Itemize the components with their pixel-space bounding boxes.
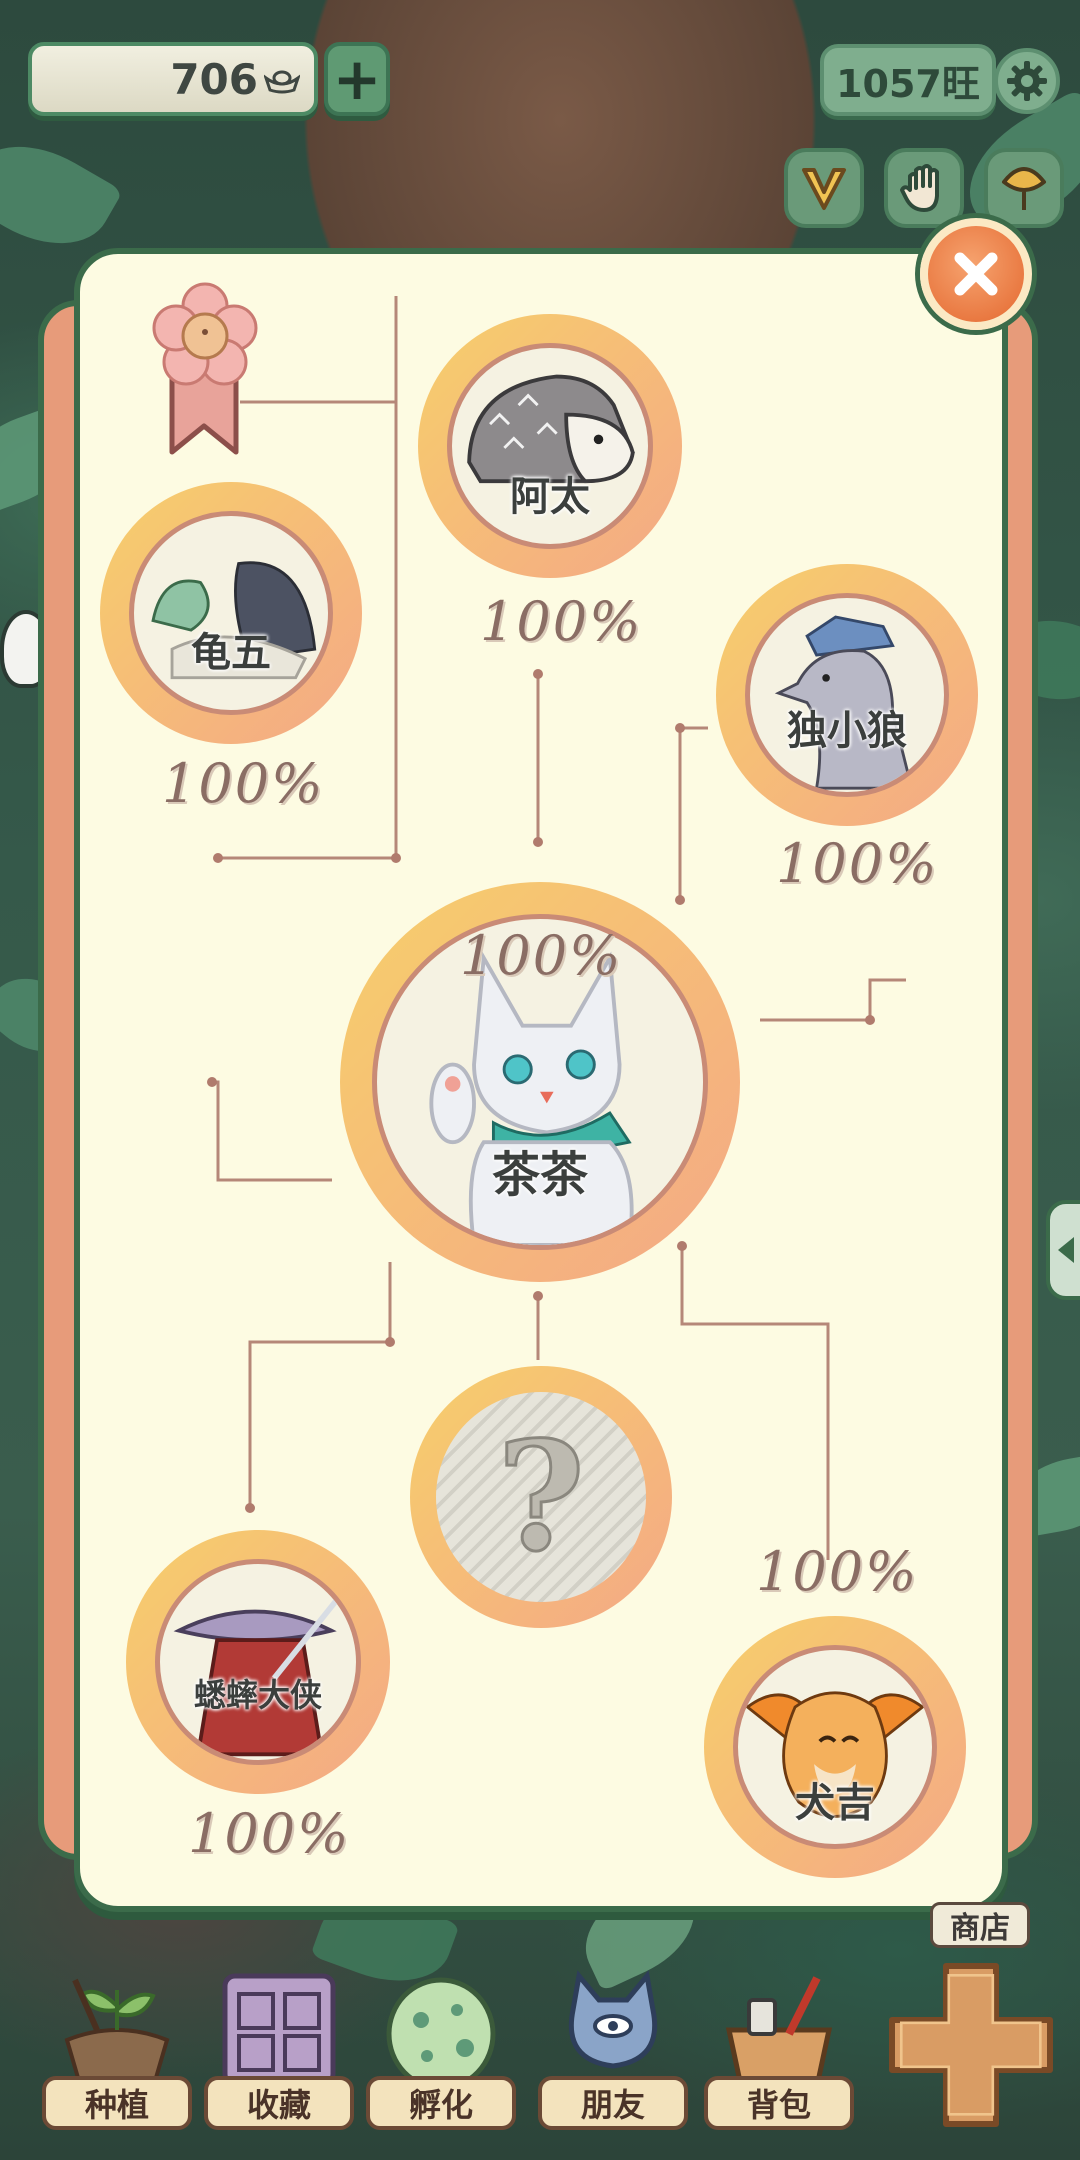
nav-backpack[interactable]: 背包: [704, 1970, 854, 2130]
nav-label: 收藏: [204, 2076, 354, 2130]
character-node-quanji[interactable]: 犬吉: [704, 1616, 966, 1878]
chevron-left-icon: [1058, 1237, 1074, 1263]
plant-pot-icon: [64, 1978, 170, 2090]
character-percent: 100%: [480, 590, 643, 653]
character-name: 龟五: [191, 630, 271, 676]
nav-label: 背包: [704, 2076, 854, 2130]
shop-label[interactable]: 商店: [930, 1902, 1030, 1948]
flower-ribbon-badge: [152, 282, 258, 455]
character-percent: 100%: [162, 752, 325, 815]
side-drawer-toggle[interactable]: [1046, 1200, 1080, 1300]
character-node-xishuaidaxia[interactable]: 蟋蟀大侠: [126, 1530, 390, 1794]
character-percent: 100%: [776, 832, 939, 895]
nav-label: 种植: [42, 2076, 192, 2130]
nav-label: 孵化: [366, 2076, 516, 2130]
nav-plant[interactable]: 种植: [42, 1970, 192, 2130]
character-node-atai[interactable]: 阿太: [418, 314, 682, 578]
character-name: 阿太: [510, 474, 590, 520]
cat-friend-icon: [568, 1970, 658, 2069]
turtle-portrait: [151, 561, 317, 680]
character-percent: 100%: [756, 1540, 919, 1603]
locked-character-node[interactable]: ?: [410, 1366, 672, 1628]
basket-icon: [725, 1976, 833, 2089]
expand-menu-cross-icon[interactable]: [886, 1960, 1056, 2130]
character-percent: 100%: [188, 1802, 351, 1865]
wolf-portrait: [774, 615, 914, 790]
nav-hatch[interactable]: 孵化: [366, 1970, 516, 2130]
nav-friends[interactable]: 朋友: [538, 1970, 688, 2130]
character-name: 犬吉: [795, 1780, 875, 1826]
collection-book-icon: [222, 1973, 336, 2087]
nav-collection[interactable]: 收藏: [204, 1970, 354, 2130]
egg-icon: [386, 1977, 496, 2090]
character-percent: 100%: [460, 924, 623, 987]
character-name: 蟋蟀大侠: [193, 1676, 322, 1714]
question-mark-icon: ?: [496, 1408, 587, 1587]
character-node-duxiaolang[interactable]: 独小狼: [716, 564, 978, 826]
nav-label: 朋友: [538, 2076, 688, 2130]
character-node-guiwu[interactable]: 龟五: [100, 482, 362, 744]
character-name: 茶茶: [491, 1147, 588, 1203]
cricket-hero-portrait: [173, 1581, 353, 1757]
character-name: 独小狼: [787, 708, 907, 754]
